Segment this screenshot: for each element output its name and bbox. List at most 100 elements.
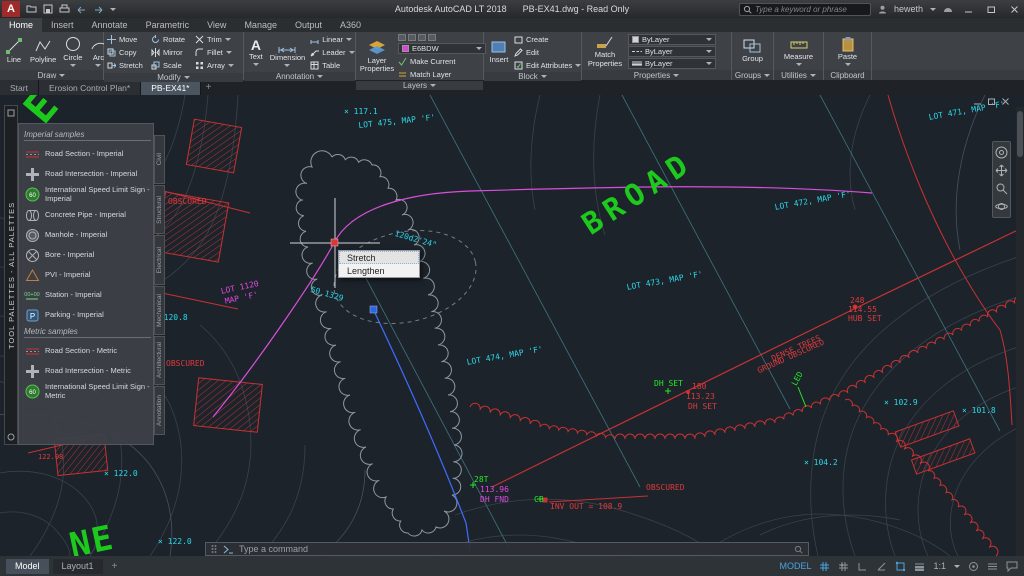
help-search[interactable] bbox=[739, 3, 871, 16]
tool-palette-title-strip[interactable]: TOOL PALETTES - ALL PALETTES bbox=[4, 105, 18, 445]
command-search-icon[interactable] bbox=[794, 545, 803, 554]
match-layer-button[interactable]: Match Layer bbox=[398, 68, 486, 80]
create-block-button[interactable]: Create bbox=[514, 33, 581, 45]
palette-item-parking-imperial[interactable]: P Parking - Imperial bbox=[24, 305, 151, 325]
file-tab-erosion-control-plan[interactable]: Erosion Control Plan* bbox=[39, 80, 141, 95]
file-tab-start[interactable]: Start bbox=[0, 80, 39, 95]
panel-draw-footer[interactable]: Draw bbox=[0, 70, 103, 80]
mirror-button[interactable]: Mirror bbox=[151, 46, 195, 58]
search-input[interactable] bbox=[755, 5, 867, 14]
palette-autohide-icon[interactable] bbox=[7, 433, 15, 441]
redo-icon[interactable] bbox=[93, 5, 104, 14]
polar-toggle-icon[interactable] bbox=[876, 561, 887, 572]
leader-button[interactable]: Leader bbox=[310, 46, 354, 58]
qat-dropdown-icon[interactable] bbox=[110, 8, 116, 11]
circle-button[interactable]: Circle bbox=[61, 35, 84, 66]
user-dropdown-icon[interactable] bbox=[930, 8, 936, 11]
magenta-arc[interactable] bbox=[213, 187, 872, 417]
lineweight-dropdown[interactable]: ByLayer bbox=[628, 58, 716, 69]
tab-view[interactable]: View bbox=[198, 18, 235, 32]
group-button[interactable]: Group bbox=[740, 38, 765, 63]
tab-parametric[interactable]: Parametric bbox=[137, 18, 199, 32]
insert-button[interactable]: Insert bbox=[487, 39, 511, 64]
object-color-dropdown[interactable]: ByLayer bbox=[628, 34, 716, 45]
grip[interactable] bbox=[370, 306, 377, 313]
scale-dropdown-icon[interactable] bbox=[954, 565, 960, 568]
orbit-icon[interactable] bbox=[995, 200, 1008, 213]
close-button[interactable] bbox=[1006, 2, 1022, 16]
palette-item-road-section-imperial[interactable]: Road Section - Imperial bbox=[24, 144, 151, 164]
viewport-restore-icon[interactable] bbox=[987, 97, 996, 106]
hot-grip[interactable] bbox=[331, 239, 338, 246]
snap-toggle-icon[interactable] bbox=[838, 561, 849, 572]
palette-item-pvi-imperial[interactable]: PVI - Imperial bbox=[24, 265, 151, 285]
table-button[interactable]: Table bbox=[310, 59, 354, 71]
layer-select-dropdown[interactable]: E6BDW bbox=[398, 43, 486, 54]
pan-icon[interactable] bbox=[995, 164, 1008, 177]
layer-freeze-icon[interactable] bbox=[418, 34, 426, 41]
edit-block-button[interactable]: Edit bbox=[514, 46, 581, 58]
model-space-tab[interactable]: Model bbox=[6, 559, 49, 574]
line-button[interactable]: Line bbox=[3, 37, 25, 64]
model-paper-toggle[interactable]: MODEL bbox=[779, 561, 811, 571]
selected-polyline[interactable] bbox=[374, 311, 470, 550]
vertical-scrollbar[interactable] bbox=[1016, 107, 1024, 556]
command-line[interactable]: Type a command bbox=[205, 542, 809, 556]
scale-button[interactable]: Scale bbox=[151, 59, 195, 71]
stretch-button[interactable]: Stretch bbox=[107, 59, 151, 71]
panel-modify-footer[interactable]: Modify bbox=[104, 73, 243, 82]
palette-item-concrete-pipe-imperial[interactable]: Concrete Pipe - Imperial bbox=[24, 205, 151, 225]
copy-button[interactable]: Copy bbox=[107, 46, 151, 58]
osnap-toggle-icon[interactable] bbox=[895, 561, 906, 572]
drawing-viewport[interactable]: × 117.1 LOT 475, MAP 'F' LOT 471, MAP 'F… bbox=[0, 95, 1024, 556]
rotate-button[interactable]: Rotate bbox=[151, 33, 195, 45]
save-icon[interactable] bbox=[43, 4, 53, 14]
palette-item-station-imperial[interactable]: 00+00 Station - Imperial bbox=[24, 285, 151, 305]
palette-tab[interactable]: Mechanical bbox=[154, 286, 165, 335]
layout1-tab[interactable]: Layout1 bbox=[53, 559, 103, 574]
steering-wheel-icon[interactable] bbox=[995, 146, 1008, 159]
panel-utilities-footer[interactable]: Utilities bbox=[774, 70, 823, 80]
lineweight-toggle-icon[interactable] bbox=[914, 562, 925, 571]
palette-item-speed-limit-imperial[interactable]: 60 International Speed Limit Sign - Impe… bbox=[24, 184, 151, 205]
palette-tab[interactable]: Structural bbox=[154, 185, 165, 234]
palette-tab[interactable]: Architectural bbox=[154, 336, 165, 385]
panel-groups-footer[interactable]: Groups bbox=[732, 70, 773, 80]
tab-annotate[interactable]: Annotate bbox=[83, 18, 137, 32]
tab-a360[interactable]: A360 bbox=[331, 18, 370, 32]
trim-button[interactable]: Trim bbox=[195, 33, 239, 45]
menu-item-lengthen[interactable]: Lengthen bbox=[339, 264, 419, 277]
scrollbar-thumb[interactable] bbox=[1017, 111, 1023, 157]
tab-output[interactable]: Output bbox=[286, 18, 331, 32]
layer-properties-button[interactable]: Layer Properties bbox=[359, 40, 395, 74]
move-button[interactable]: Move bbox=[107, 33, 151, 45]
command-grip-icon[interactable] bbox=[211, 544, 217, 554]
panel-properties-footer[interactable]: Properties bbox=[582, 70, 731, 80]
text-button[interactable]: A Text bbox=[247, 38, 265, 65]
fillet-button[interactable]: Fillet bbox=[195, 46, 239, 58]
viewport-close-icon[interactable] bbox=[1001, 97, 1010, 106]
palette-item-speed-limit-metric[interactable]: 60 International Speed Limit Sign - Metr… bbox=[24, 381, 151, 402]
palette-item-road-intersection-imperial[interactable]: Road Intersection - Imperial bbox=[24, 164, 151, 184]
linear-button[interactable]: Linear bbox=[310, 33, 354, 45]
polyline-button[interactable]: Polyline bbox=[28, 37, 58, 64]
palette-tab[interactable]: Annotation bbox=[154, 386, 165, 435]
undo-icon[interactable] bbox=[76, 5, 87, 14]
menu-item-stretch[interactable]: Stretch bbox=[339, 251, 419, 264]
make-current-button[interactable]: Make Current bbox=[398, 55, 486, 67]
measure-button[interactable]: Measure bbox=[782, 36, 815, 65]
palette-item-bore-imperial[interactable]: Bore - Imperial bbox=[24, 245, 151, 265]
panel-annotation-footer[interactable]: Annotation bbox=[244, 72, 355, 81]
layer-isolate-icon[interactable] bbox=[408, 34, 416, 41]
array-button[interactable]: Array bbox=[195, 59, 239, 71]
isolate-objects-icon[interactable] bbox=[968, 561, 979, 572]
edit-attributes-button[interactable]: Edit Attributes bbox=[514, 59, 581, 71]
viewport-minimize-icon[interactable] bbox=[973, 97, 982, 106]
linetype-dropdown[interactable]: ByLayer bbox=[628, 46, 716, 57]
file-tab-pb-ex41[interactable]: PB-EX41* bbox=[141, 80, 200, 95]
layer-lock-icon[interactable] bbox=[428, 34, 436, 41]
tab-home[interactable]: Home bbox=[0, 18, 42, 32]
autocad-logo-icon[interactable]: A bbox=[2, 1, 20, 17]
panel-layers-footer[interactable]: Layers bbox=[356, 81, 483, 90]
palette-item-manhole-imperial[interactable]: Manhole - Imperial bbox=[24, 225, 151, 245]
